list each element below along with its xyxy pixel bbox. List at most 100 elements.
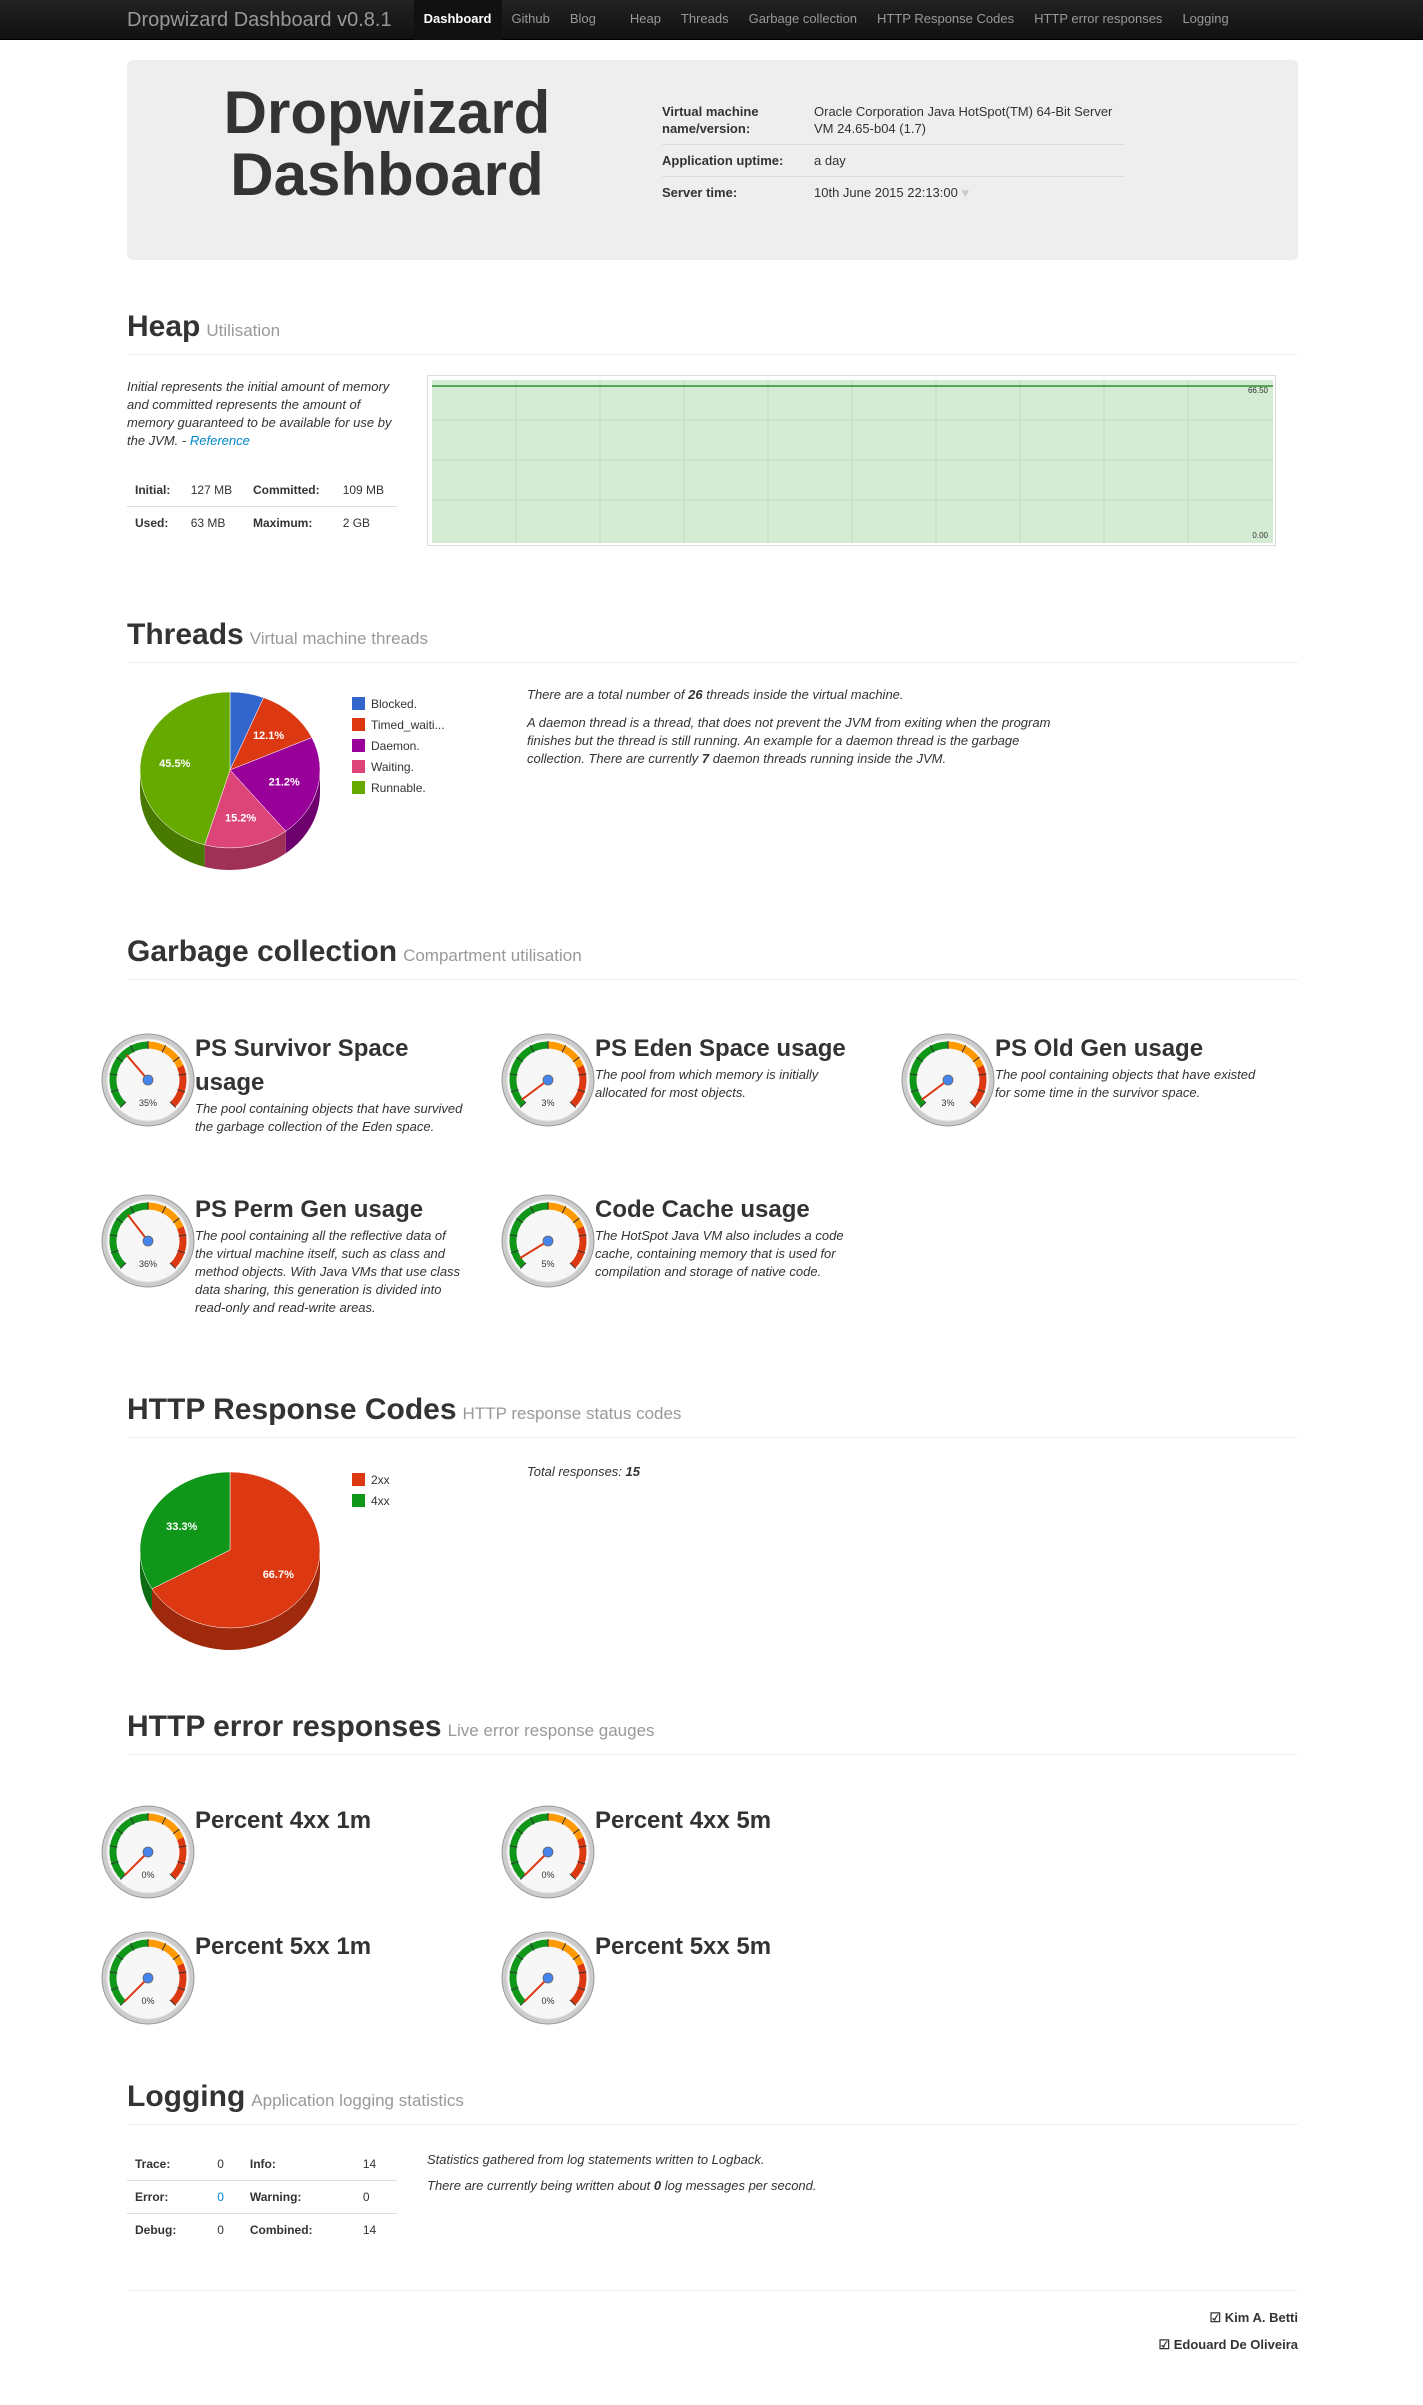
heap-chart-min-label: 0.00 — [1252, 531, 1268, 540]
maximum-key: Maximum: — [244, 506, 335, 539]
threads-pie-legend-item: Timed_waiti... — [352, 714, 445, 735]
server-time-key: Server time: — [662, 176, 814, 208]
threads-pie-legend-item: Blocked. — [352, 693, 445, 714]
svg-text:0%: 0% — [141, 1870, 154, 1880]
http-pie-legend-item: 2xx — [352, 1469, 390, 1490]
committed-key: Committed: — [252, 483, 320, 497]
committed-value: 109 MB — [342, 483, 385, 497]
gc-subtitle: Compartment utilisation — [403, 946, 582, 965]
http-errors-title: HTTP error responses — [127, 1710, 442, 1743]
maximum-value: 2 GB — [334, 506, 397, 539]
threads-total-text: There are a total number of 26 threads i… — [527, 687, 904, 702]
threads-legend: Blocked. Timed_waiti... Daemon. Waiting. Run… — [352, 693, 445, 798]
svg-text:35%: 35% — [139, 1098, 157, 1108]
gauge-title: PS Eden Space usage — [595, 1035, 846, 1062]
logging-text-2: There are currently being written about … — [427, 2178, 817, 2193]
svg-text:3%: 3% — [541, 1098, 554, 1108]
reference-link[interactable]: Reference — [190, 433, 250, 448]
hero-unit: Dropwizard Dashboard Virtual machine name… — [127, 60, 1298, 260]
http-codes-subtitle: HTTP response status codes — [462, 1404, 682, 1423]
legend-swatch — [352, 718, 365, 731]
nav-logging[interactable]: Logging — [1172, 0, 1238, 40]
nav-blog[interactable]: Blog — [560, 0, 606, 40]
threads-pie-legend-item: Runnable. — [352, 777, 445, 798]
author-1[interactable]: ☑ Kim A. Betti — [1210, 2310, 1298, 2326]
gauge-title: PS Survivor Space usage — [195, 1035, 409, 1096]
used-key: Used: — [127, 506, 183, 539]
gauge-icon: 0% — [501, 1805, 595, 1899]
nav-heap[interactable]: Heap — [620, 0, 671, 40]
warning-value: 0 — [354, 2180, 397, 2214]
gauge-description: The pool containing objects that have su… — [195, 1101, 463, 1134]
vm-info-table: Virtual machine name/version: Oracle Corp… — [662, 96, 1124, 208]
gc-gauge: 36% PS Perm Gen usage The pool containing … — [100, 1193, 480, 1343]
heap-header: Heap Utilisation — [127, 310, 1298, 355]
author-2[interactable]: ☑ Edouard De Oliveira — [1158, 2337, 1298, 2353]
gauge-title: Percent 5xx 5m — [595, 1933, 772, 1960]
error-gauge: 0% Percent 5xx 5m — [500, 1930, 880, 2080]
gauge-icon: 3% — [501, 1033, 595, 1127]
logging-text-1: Statistics gathered from log statements … — [427, 2152, 765, 2167]
threads-pie-legend-item: Daemon. — [352, 735, 445, 756]
http-codes-pie-chart: 66.7% 33.3% — [139, 1471, 321, 1650]
heap-chart-svg: 66.50 0.00 — [432, 380, 1273, 543]
gauge-description: The HotSpot Java VM also includes a code… — [595, 1228, 844, 1279]
threads-pie-legend-item: Waiting. — [352, 756, 445, 777]
threads-daemon-text: A daemon thread is a thread, that does n… — [527, 715, 1051, 766]
threads-subtitle: Virtual machine threads — [249, 629, 429, 648]
heap-subtitle: Utilisation — [206, 321, 281, 340]
gauge-title: PS Old Gen usage — [995, 1035, 1204, 1062]
logging-header: Logging Application logging statistics — [127, 2080, 1298, 2125]
gauge-icon: 3% — [901, 1033, 995, 1127]
threads-pie-slice-label: 21.2% — [269, 776, 300, 788]
http-codes-title: HTTP Response Codes — [127, 1393, 457, 1426]
nav-http-response-codes[interactable]: HTTP Response Codes — [867, 0, 1024, 40]
total-responses: Total responses: 15 — [527, 1464, 640, 1479]
used-value: 63 MB — [182, 506, 245, 539]
nav-http-error-responses[interactable]: HTTP error responses — [1024, 0, 1172, 40]
heart-icon: ♥ — [961, 185, 970, 200]
check-icon: ☑ — [1158, 2337, 1171, 2352]
legend-label: Timed_waiti... — [371, 717, 445, 732]
nav-threads[interactable]: Threads — [671, 0, 739, 40]
threads-title: Threads — [127, 618, 244, 651]
server-time-value: 10th June 2015 22:13:00 — [814, 185, 958, 200]
gauge-icon: 5% — [501, 1194, 595, 1288]
svg-text:0%: 0% — [541, 1870, 554, 1880]
nav-github[interactable]: Github — [502, 0, 560, 40]
threads-header: Threads Virtual machine threads — [127, 618, 1298, 663]
gc-gauge: 5% Code Cache usage The HotSpot Java VM al… — [500, 1193, 880, 1343]
legend-swatch — [352, 1494, 365, 1507]
legend-label: 4xx — [371, 1493, 390, 1508]
gauge-title: Percent 4xx 5m — [595, 1807, 772, 1834]
brand[interactable]: Dropwizard Dashboard v0.8.1 — [127, 9, 392, 32]
vm-name-key: Virtual machine name/version: — [662, 104, 759, 136]
trace-key: Trace: — [135, 2157, 171, 2171]
gauge-title: Code Cache usage — [595, 1196, 810, 1223]
error-key: Error: — [127, 2180, 210, 2214]
heap-title: Heap — [127, 310, 201, 343]
threads-description: There are a total number of 26 threads i… — [527, 686, 1067, 768]
legend-label: Waiting. — [371, 759, 414, 774]
gauge-description: The pool containing all the reflective d… — [195, 1228, 461, 1315]
svg-text:0%: 0% — [541, 1996, 554, 2006]
gauge-title: PS Perm Gen usage — [195, 1196, 424, 1223]
gauge-description: The pool containing objects that have ex… — [995, 1067, 1256, 1100]
svg-text:36%: 36% — [139, 1259, 157, 1269]
gauge-title: Percent 5xx 1m — [195, 1933, 372, 1960]
http-codes-header: HTTP Response Codes HTTP response status … — [127, 1393, 1298, 1438]
debug-value: 0 — [209, 2213, 242, 2246]
heap-stats-table: Initial: 127 MB Committed: 109 MB Used: 63 M… — [127, 474, 397, 539]
nav-dashboard[interactable]: Dashboard — [413, 0, 502, 40]
heap-description: Initial represents the initial amount of… — [127, 379, 392, 448]
legend-swatch — [352, 781, 365, 794]
logging-stats-table: Trace: 0 Info: 14 Error: 0 Warning: 0 Debug: 0 C… — [127, 2148, 397, 2246]
svg-text:0%: 0% — [141, 1996, 154, 2006]
info-value: 14 — [362, 2157, 377, 2171]
gc-title: Garbage collection — [127, 935, 398, 968]
legend-label: 2xx — [371, 1472, 390, 1487]
error-value: 0 — [209, 2180, 242, 2214]
nav-garbage-collection[interactable]: Garbage collection — [739, 0, 867, 40]
gauge-icon: 0% — [101, 1805, 195, 1899]
gc-header: Garbage collection Compartment utilisatio… — [127, 935, 1298, 980]
